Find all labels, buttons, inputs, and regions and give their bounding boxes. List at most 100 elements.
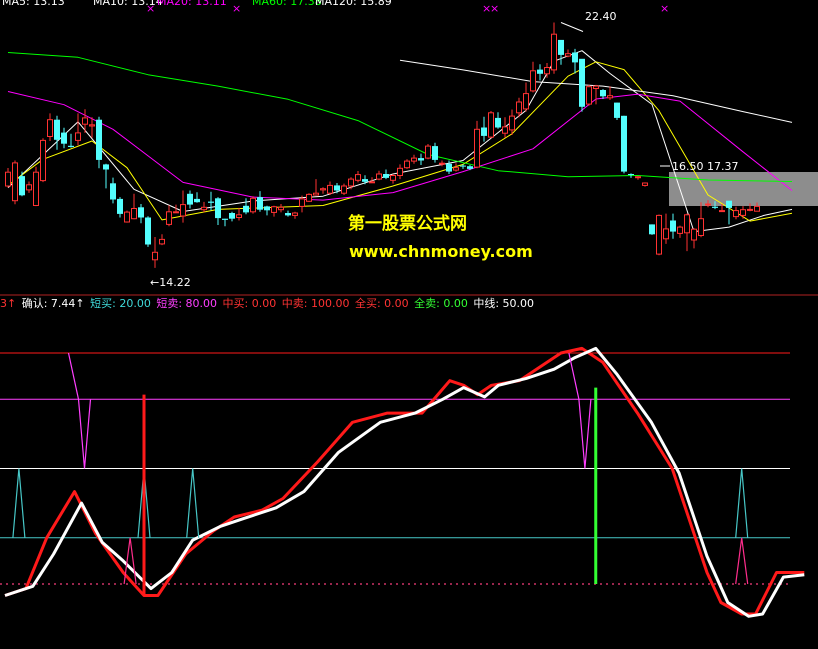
ma5-legend: MA5: 13.13 bbox=[2, 0, 65, 8]
candle-body bbox=[145, 217, 151, 245]
candle-body bbox=[201, 206, 207, 211]
candle-body bbox=[166, 211, 172, 225]
candle-body bbox=[712, 206, 718, 208]
candle-body bbox=[40, 139, 46, 182]
candle-body bbox=[194, 198, 200, 203]
candle-body bbox=[663, 228, 669, 240]
candle-body bbox=[502, 126, 508, 134]
chart-background bbox=[0, 0, 818, 649]
candle-body bbox=[12, 162, 18, 202]
candle-body bbox=[621, 115, 627, 172]
candle-body bbox=[509, 115, 515, 131]
candle-body bbox=[103, 164, 109, 170]
candle-body bbox=[334, 185, 340, 191]
candle-body bbox=[579, 58, 585, 107]
candle-body bbox=[754, 205, 760, 212]
candle-body bbox=[446, 163, 452, 172]
cross-marker: × bbox=[146, 2, 155, 15]
candle-body bbox=[733, 210, 739, 218]
candle-body bbox=[243, 205, 249, 213]
candle-body bbox=[54, 119, 60, 140]
ma120-legend: MA120: 15.89 bbox=[315, 0, 392, 8]
candle-body bbox=[425, 145, 431, 159]
candle-body bbox=[411, 157, 417, 162]
up-candle bbox=[33, 166, 39, 207]
candle-body bbox=[635, 176, 641, 179]
price-cursor-box bbox=[669, 172, 818, 206]
midline-value: 中线: 50.00 bbox=[473, 297, 535, 310]
candle-body bbox=[299, 198, 305, 207]
candle-body bbox=[152, 251, 158, 261]
candle-body bbox=[691, 228, 697, 241]
candle-body bbox=[222, 218, 228, 220]
candle-body bbox=[138, 207, 144, 218]
mid-buy-value: 中买: 0.00 bbox=[222, 297, 277, 310]
candle-body bbox=[495, 117, 501, 128]
up-candle bbox=[425, 144, 431, 160]
watermark-url: www.chnmoney.com bbox=[349, 242, 533, 261]
candle-body bbox=[264, 206, 270, 211]
cross-marker: × bbox=[660, 2, 669, 15]
candle-body bbox=[173, 211, 179, 214]
candle-body bbox=[719, 210, 725, 213]
candle-body bbox=[313, 192, 319, 196]
stock-chart-canvas: MA5: 13.13 MA10: 13.14 MA20: 13.11 MA60:… bbox=[0, 0, 818, 649]
candle-body bbox=[355, 174, 361, 181]
up-candle bbox=[306, 193, 312, 202]
candle-body bbox=[432, 146, 438, 160]
candle-body bbox=[320, 188, 326, 191]
candle-body bbox=[327, 184, 333, 194]
down-candle bbox=[579, 58, 585, 112]
right-price-label: 16.50 17.37 bbox=[672, 160, 738, 173]
candle-body bbox=[740, 209, 746, 216]
candle-body bbox=[453, 167, 459, 171]
candle-body bbox=[82, 117, 88, 125]
candle-body bbox=[89, 124, 95, 127]
ma60-legend: MA60: 17.38 bbox=[252, 0, 322, 8]
candle-body bbox=[565, 53, 571, 57]
candle-body bbox=[369, 181, 375, 184]
candle-body bbox=[215, 198, 221, 219]
candle-body bbox=[124, 211, 130, 223]
candle-body bbox=[208, 201, 214, 203]
candle-body bbox=[68, 145, 74, 147]
candle-body bbox=[656, 214, 662, 255]
candle-body bbox=[33, 171, 39, 206]
candle-body bbox=[460, 165, 466, 167]
candle-body bbox=[376, 173, 382, 180]
candle-body bbox=[677, 226, 683, 234]
up-candle bbox=[40, 138, 46, 183]
candle-body bbox=[642, 182, 648, 186]
candle-body bbox=[257, 197, 263, 210]
confirm-value: 确认: 7.44↑ bbox=[21, 297, 85, 310]
full-sell-value: 全卖: 0.00 bbox=[414, 297, 468, 310]
down-candle bbox=[145, 216, 151, 247]
short-buy-value: 短买: 20.00 bbox=[90, 297, 151, 310]
candle-body bbox=[474, 128, 480, 168]
down-candle bbox=[614, 102, 620, 120]
candle-body bbox=[586, 86, 592, 105]
candle-body bbox=[747, 208, 753, 211]
candle-body bbox=[705, 203, 711, 206]
candle-body bbox=[96, 119, 102, 160]
candle-body bbox=[131, 208, 137, 220]
ma20-legend: MA20: 13.11 bbox=[157, 0, 227, 8]
candle-body bbox=[544, 67, 550, 75]
down-candle bbox=[649, 224, 655, 235]
candle-body bbox=[558, 39, 564, 55]
candle-body bbox=[614, 102, 620, 118]
up-candle bbox=[12, 160, 18, 205]
candle-body bbox=[75, 132, 81, 141]
candle-body bbox=[271, 206, 277, 213]
candle-body bbox=[362, 179, 368, 182]
candle-body bbox=[110, 183, 116, 200]
cross-marker: × bbox=[232, 2, 241, 15]
candle-body bbox=[19, 176, 25, 196]
candle-body bbox=[670, 220, 676, 232]
candle-body bbox=[593, 85, 599, 89]
candle-body bbox=[292, 212, 298, 216]
candle-body bbox=[551, 33, 557, 71]
candle-body bbox=[397, 167, 403, 177]
candle-body bbox=[572, 52, 578, 63]
candle-body bbox=[530, 70, 536, 92]
